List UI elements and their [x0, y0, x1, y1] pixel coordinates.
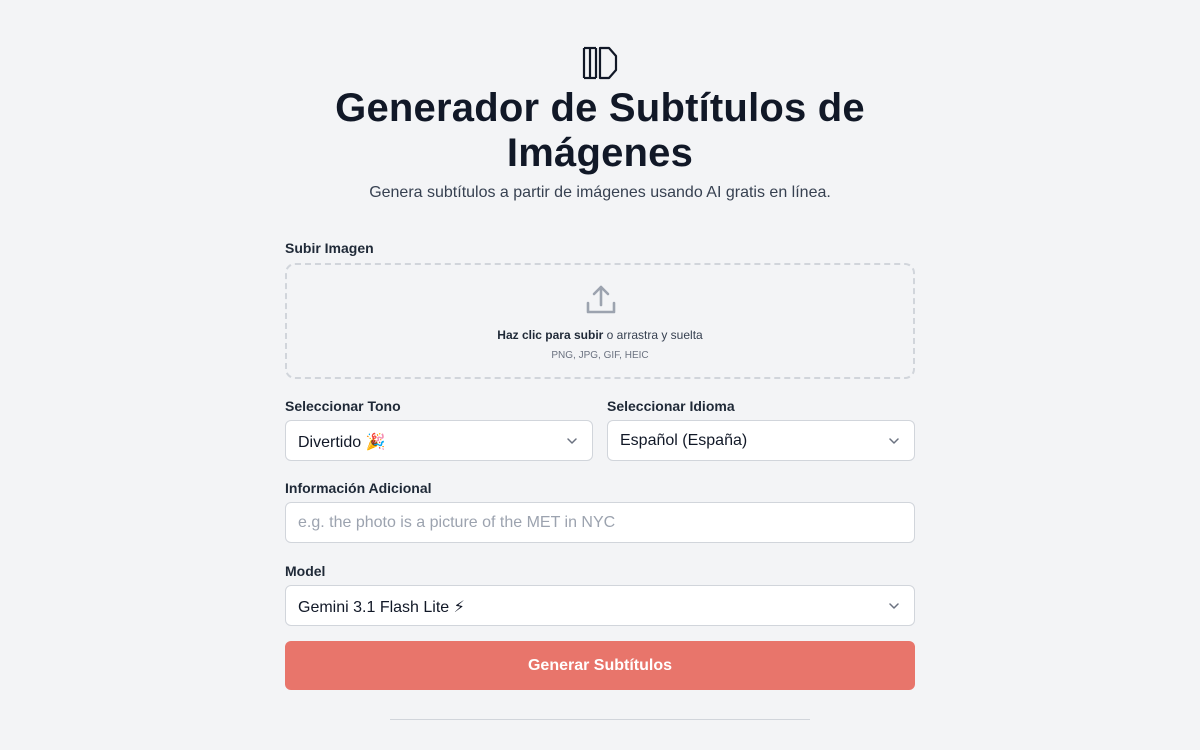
- model-label: Model: [285, 563, 326, 579]
- upload-label: Subir Imagen: [285, 240, 374, 256]
- language-selected-value: Español (España): [620, 432, 748, 449]
- upload-click-text[interactable]: Haz clic para subir: [497, 328, 603, 342]
- upload-formats: PNG, JPG, GIF, HEIC: [551, 350, 649, 361]
- chevron-down-icon: [567, 438, 577, 444]
- chevron-down-icon: [889, 603, 899, 609]
- page-title-line-1: Generador de Subtítulos de: [335, 86, 865, 130]
- page-title-line-2: Imágenes: [506, 131, 694, 175]
- generate-captions-button[interactable]: Generar Subtítulos: [285, 641, 915, 690]
- model-selected-value: Gemini 3.1 Flash Lite ⚡: [298, 599, 465, 616]
- model-select[interactable]: Gemini 3.1 Flash Lite ⚡: [285, 585, 915, 626]
- upload-drag-text: o arrastra y suelta: [603, 328, 703, 342]
- language-label: Seleccionar Idioma: [607, 398, 735, 414]
- tone-selected-value: Divertido 🎉: [298, 434, 386, 451]
- additional-info-label: Información Adicional: [285, 480, 432, 496]
- upload-icon: [586, 285, 616, 314]
- page-subtitle: Genera subtítulos a partir de imágenes u…: [369, 184, 831, 201]
- additional-info-input[interactable]: [285, 502, 915, 543]
- app-logo-icon: [582, 46, 618, 80]
- upload-instructions: Haz clic para subir o arrastra y suelta: [287, 328, 913, 342]
- footer-divider: [390, 719, 810, 720]
- tone-select[interactable]: Divertido 🎉: [285, 420, 593, 461]
- tone-label: Seleccionar Tono: [285, 398, 401, 414]
- chevron-down-icon: [889, 438, 899, 444]
- page-title: Generador de Subtítulos de Imágenes: [0, 86, 1200, 176]
- language-select[interactable]: Español (España): [607, 420, 915, 461]
- image-upload-dropzone[interactable]: Haz clic para subir o arrastra y suelta …: [285, 263, 915, 379]
